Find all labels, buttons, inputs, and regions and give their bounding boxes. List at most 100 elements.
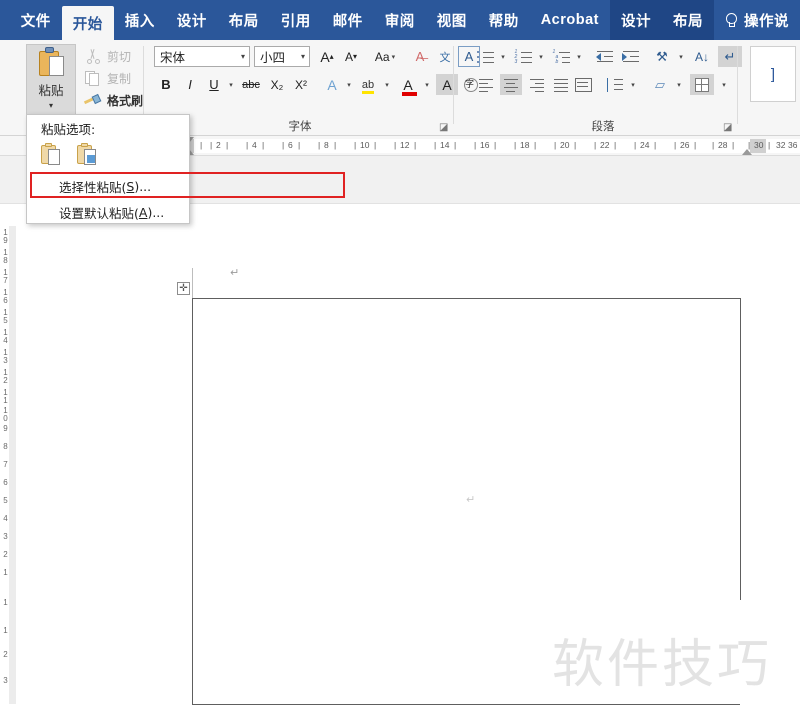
font-name-dropdown-icon[interactable]: ▾ [241, 52, 245, 61]
ruler-tick: | [318, 140, 321, 150]
asian-layout-dropdown-icon[interactable]: ▾ [674, 46, 686, 67]
format-painter-icon [83, 92, 103, 108]
format-painter-command[interactable]: 格式刷 [83, 90, 143, 110]
ruler-tick: | [712, 140, 715, 150]
vruler-tick: 17 [1, 268, 10, 284]
multilevel-dropdown-icon[interactable]: ▾ [572, 46, 584, 67]
ruler-tick: | [732, 140, 735, 150]
show-marks-button[interactable]: ↵ [718, 46, 742, 67]
tab-insert[interactable]: 插入 [114, 0, 166, 40]
line-spacing-icon [606, 77, 623, 92]
paste-button[interactable]: 粘贴 ▾ [26, 44, 76, 118]
character-shading-button[interactable]: A [436, 74, 458, 95]
font-color-dropdown-icon[interactable]: ▾ [420, 74, 432, 95]
tab-table-layout[interactable]: 布局 [662, 0, 714, 40]
font-size-input[interactable]: 小四 ▾ [254, 46, 310, 67]
bold-button[interactable]: B [156, 74, 176, 95]
tab-help[interactable]: 帮助 [478, 0, 530, 40]
change-case-button[interactable]: Aa ▾ [368, 46, 402, 67]
tab-view[interactable]: 视图 [426, 0, 478, 40]
text-effects-button[interactable]: A [322, 74, 342, 95]
grow-font-glyph: A [320, 48, 330, 65]
ruler-tick: | [574, 140, 577, 150]
ruler-tick: | [246, 140, 249, 150]
vertical-ruler-track [9, 226, 16, 704]
cut-command[interactable]: 剪切 [84, 46, 131, 66]
paste-option-keep-source-formatting[interactable] [39, 143, 65, 169]
copy-command[interactable]: 复制 [84, 68, 131, 88]
vruler-tick: 1 [1, 598, 10, 606]
align-left-icon [478, 78, 496, 93]
horizontal-ruler-track [182, 139, 800, 153]
tab-mailings[interactable]: 邮件 [322, 0, 374, 40]
font-name-input[interactable]: 宋体 ▾ [154, 46, 250, 67]
menu-item-accelerator: A [138, 204, 148, 220]
paste-option-picture[interactable] [75, 143, 101, 169]
increase-indent-button[interactable] [618, 46, 642, 67]
right-indent-marker[interactable] [742, 149, 752, 155]
ruler-tick: | [454, 140, 457, 150]
font-size-dropdown-icon[interactable]: ▾ [301, 52, 305, 61]
bold-glyph: B [161, 77, 171, 92]
highlight-dropdown-icon[interactable]: ▾ [380, 74, 392, 95]
clear-formatting-icon: A̶ [415, 49, 425, 64]
distribute-button[interactable] [572, 74, 594, 95]
tab-file[interactable]: 文件 [10, 0, 62, 40]
bullets-dropdown-icon[interactable]: ▾ [496, 46, 508, 67]
clear-formatting-button[interactable]: A̶ [408, 46, 432, 67]
tab-review[interactable]: 审阅 [374, 0, 426, 40]
numbering-button[interactable]: 1 2 3 [512, 46, 534, 67]
sort-button[interactable]: A↓ [690, 46, 714, 67]
table-move-handle[interactable]: ✛ [177, 282, 190, 295]
paste-caret-icon[interactable]: ▾ [49, 102, 53, 110]
ruler-tick: | [414, 140, 417, 150]
vruler-tick: 1 [1, 568, 10, 576]
tab-references[interactable]: 引用 [270, 0, 322, 40]
decrease-indent-button[interactable] [592, 46, 616, 67]
numbering-dropdown-icon[interactable]: ▾ [534, 46, 546, 67]
text-highlight-button[interactable]: ab [356, 74, 380, 95]
menu-item-set-default-paste[interactable]: 设置默认粘贴(A)... [27, 199, 189, 225]
font-dialog-launcher[interactable]: ◪ [439, 122, 450, 133]
line-spacing-button[interactable] [602, 74, 626, 95]
align-center-button[interactable] [500, 74, 522, 95]
underline-button[interactable]: U [204, 74, 224, 95]
vertical-ruler[interactable]: 19 18 17 16 15 14 13 12 11 10 9 8 7 6 5 … [0, 226, 16, 704]
tab-layout[interactable]: 布局 [218, 0, 270, 40]
line-spacing-dropdown-icon[interactable]: ▾ [626, 74, 638, 95]
ruler-tick: 24 [640, 140, 650, 150]
tab-home[interactable]: 开始 [61, 6, 114, 40]
ruler-tick: | [534, 140, 537, 150]
tab-table-design[interactable]: 设计 [610, 0, 662, 40]
paste-options-header: 粘贴选项: [41, 121, 96, 137]
menu-item-paste-special[interactable]: 选择性粘贴(S)... [27, 173, 189, 199]
ruler-tick: 20 [560, 140, 570, 150]
paragraph-dialog-launcher[interactable]: ◪ [723, 122, 734, 133]
tell-me-box[interactable]: 操作说 [714, 0, 800, 40]
style-gallery-item[interactable]: ] [750, 46, 796, 102]
text-effects-dropdown-icon[interactable]: ▾ [342, 74, 354, 95]
strikethrough-button[interactable]: abc [238, 74, 264, 95]
paste-options-menu[interactable]: 粘贴选项: 选择性粘贴(S)... 设置默认粘贴(A)... [26, 114, 190, 224]
multilevel-list-button[interactable]: 1 a b [550, 46, 572, 67]
justify-button[interactable] [548, 74, 570, 95]
subscript-button[interactable]: X₂ [266, 74, 288, 95]
shrink-font-button[interactable]: A ▾ [340, 46, 362, 67]
menu-item-label-suffix: )... [147, 204, 165, 220]
align-right-button[interactable] [524, 74, 546, 95]
shading-button[interactable]: ▱ [648, 74, 672, 95]
superscript-button[interactable]: X² [290, 74, 312, 95]
tab-acrobat[interactable]: Acrobat [530, 0, 610, 40]
align-left-button[interactable] [476, 74, 498, 95]
tab-design[interactable]: 设计 [166, 0, 218, 40]
font-color-button[interactable]: A [396, 74, 420, 96]
borders-dropdown-icon[interactable]: ▾ [716, 74, 730, 95]
ruler-tick: | [226, 140, 229, 150]
italic-button[interactable]: I [180, 74, 200, 95]
shading-dropdown-icon[interactable]: ▾ [672, 74, 684, 95]
asian-layout-button[interactable]: ⚒ [650, 46, 674, 67]
borders-button[interactable] [690, 74, 714, 95]
underline-dropdown-icon[interactable]: ▾ [224, 74, 236, 95]
grow-font-button[interactable]: A ▴ [316, 46, 338, 67]
bullets-button[interactable] [474, 46, 496, 67]
